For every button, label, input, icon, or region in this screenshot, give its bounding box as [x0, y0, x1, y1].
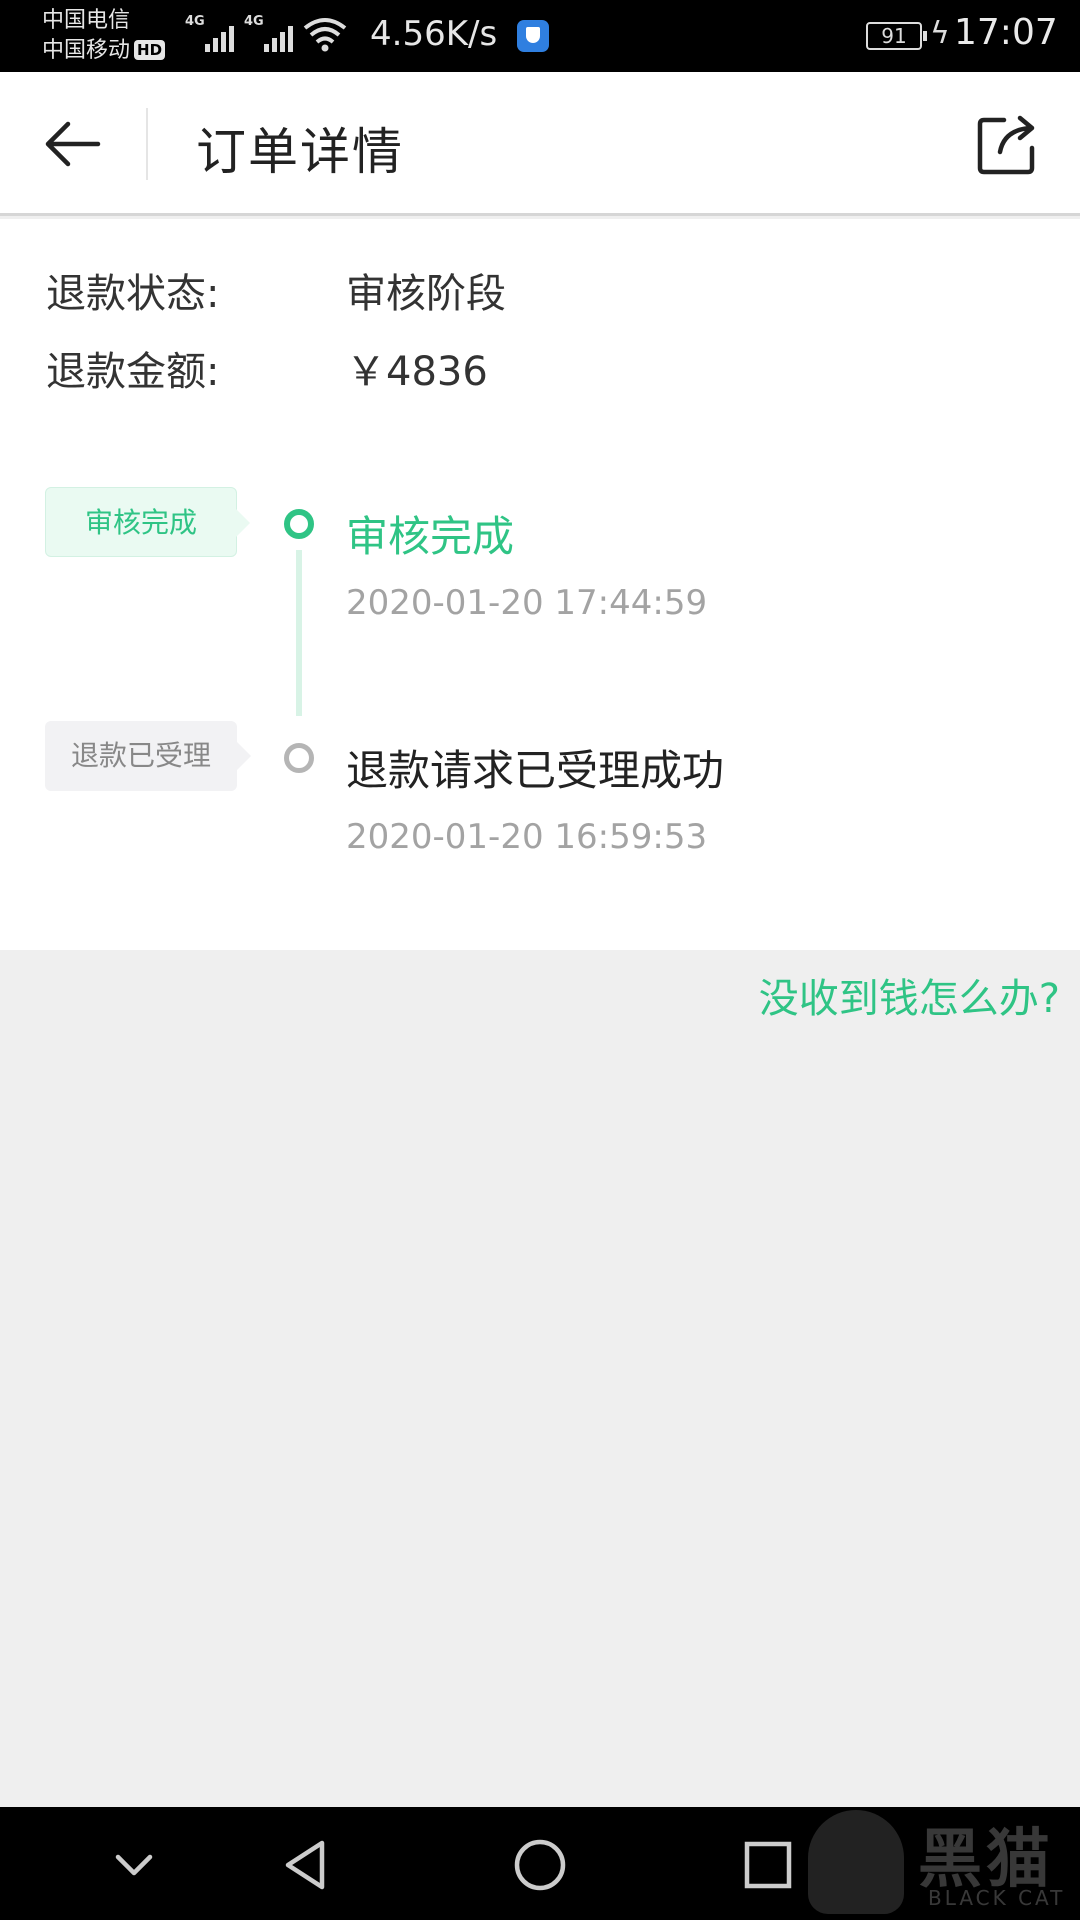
timeline-event-time: 2020-01-20 17:44:59 — [346, 583, 708, 623]
timeline-tag-accepted: 退款已受理 — [45, 721, 251, 791]
refund-amount-row: 退款金额: ￥4836 — [46, 339, 488, 397]
timeline-event-title: 退款请求已受理成功 — [346, 746, 725, 795]
signal-1-icon: 4G — [185, 14, 234, 52]
network-type-1: 4G — [185, 14, 205, 29]
timeline-event-title: 审核完成 — [346, 512, 515, 561]
header-divider — [146, 108, 148, 180]
carrier-1: 中国电信 — [42, 8, 131, 33]
back-triangle-icon[interactable] — [278, 1835, 338, 1895]
hd-badge: HD — [134, 40, 166, 60]
arrow-left-icon[interactable] — [40, 112, 104, 176]
refund-amount-label: 退款金额: — [46, 349, 220, 395]
carrier-info: 中国电信 中国移动 HD — [42, 6, 166, 66]
network-speed: 4.56K/s — [370, 14, 498, 54]
cat-logo-icon — [808, 1810, 904, 1914]
charging-icon: ϟ — [930, 16, 950, 51]
home-circle-icon[interactable] — [510, 1835, 570, 1895]
timeline-tag-review-done: 审核完成 — [45, 487, 250, 557]
refund-status-label: 退款状态: — [46, 271, 220, 317]
page-title: 订单详情 — [196, 123, 404, 181]
carrier-2: 中国移动 — [42, 38, 131, 63]
refund-status-row: 退款状态: 审核阶段 — [46, 261, 506, 319]
app-header: 订单详情 — [0, 72, 1080, 216]
help-link[interactable]: 没收到钱怎么办? — [759, 966, 1060, 1024]
chevron-down-icon[interactable] — [104, 1835, 164, 1895]
share-icon[interactable] — [974, 110, 1042, 178]
signal-indicators: 4G 4G — [185, 14, 347, 52]
timeline-dot-inactive — [284, 743, 314, 773]
signal-2-icon: 4G — [244, 14, 293, 52]
timeline-connector — [296, 550, 302, 716]
refund-status-value: 审核阶段 — [346, 271, 506, 317]
status-bar: 中国电信 中国移动 HD 4G 4G 4.56K/s 91 ϟ 17:07 — [0, 0, 1080, 72]
watermark-logo: 黑猫 BLACK CAT — [808, 1804, 1080, 1920]
shield-icon — [517, 20, 549, 52]
wifi-icon — [303, 18, 347, 52]
timeline-dot-active — [284, 509, 314, 539]
refund-detail-card: 退款状态: 审核阶段 退款金额: ￥4836 审核完成 审核完成 2020-01-2… — [0, 219, 1080, 950]
network-type-2: 4G — [244, 14, 264, 29]
refund-amount-value: ￥4836 — [346, 349, 488, 395]
timeline-event-time: 2020-01-20 16:59:53 — [346, 817, 708, 857]
status-time: 17:07 — [954, 12, 1058, 53]
battery-icon: 91 — [866, 22, 927, 50]
watermark-subtitle: BLACK CAT — [928, 1886, 1066, 1910]
battery-level: 91 — [881, 24, 907, 48]
recents-square-icon[interactable] — [738, 1835, 798, 1895]
